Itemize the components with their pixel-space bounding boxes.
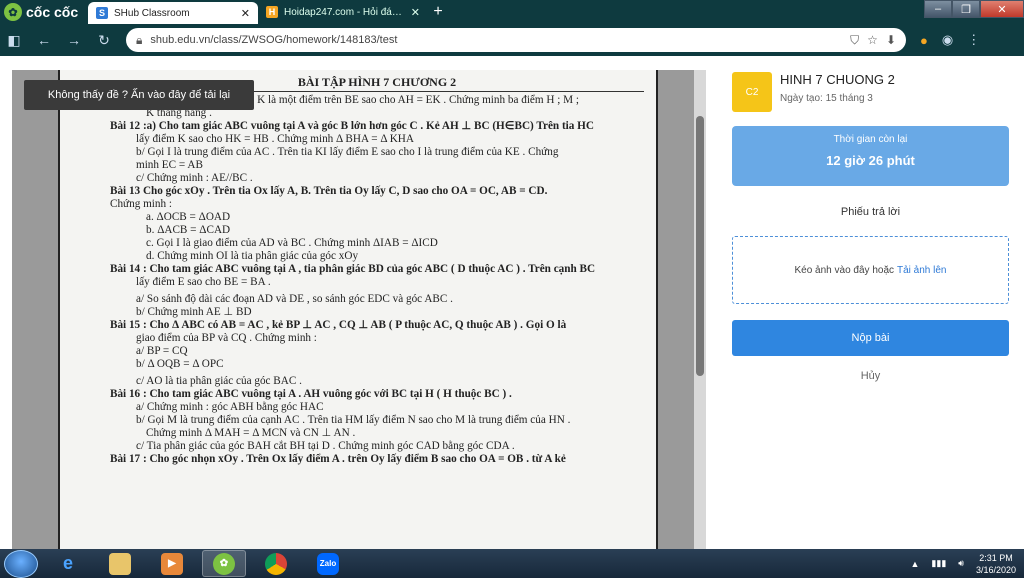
forward-arrow-icon[interactable]: →: [66, 32, 82, 48]
address-bar: ◧ ← → ↻ 🔒︎ shub.edu.vn/class/ZWSOG/homew…: [0, 24, 1024, 56]
timer-card: Thời gian còn lại 12 giờ 26 phút: [732, 126, 1009, 186]
tab-hoidap247[interactable]: H Hoidap247.com - Hỏi đáp bài tập ✕: [258, 0, 428, 24]
answer-sheet-label: Phiếu trả lời: [840, 206, 901, 218]
document-line: Bài 12 :a) Cho tam giác ABC vuông tại A …: [110, 120, 594, 132]
document-line: d. Chứng minh OI là tia phân giác của gó…: [146, 250, 359, 262]
dropzone-text: Kéo ảnh vào đây hoặc: [794, 264, 895, 276]
taskbar-coccoc[interactable]: ✿: [202, 550, 246, 577]
homework-panel: C2 HINH 7 CHUONG 2 Ngày tạo: 15 tháng 3 …: [732, 72, 1009, 382]
volume-icon[interactable]: 🔊︎: [958, 558, 964, 569]
document-line: b/ Gọi I là trung điểm của AC . Trên tia…: [136, 146, 559, 158]
document-line: lấy điểm K sao cho HK = HB . Chứng minh …: [136, 133, 414, 145]
tab-shub-classroom[interactable]: S SHub Classroom ✕: [88, 2, 258, 24]
homework-header: C2 HINH 7 CHUONG 2 Ngày tạo: 15 tháng 3: [732, 72, 1009, 112]
tab-title: SHub Classroom: [114, 7, 190, 19]
document-line: c/ Chứng minh : AE//BC .: [136, 172, 253, 184]
document-line: a/ BP = CQ: [136, 345, 188, 357]
document-line: giao điểm của BP và CQ . Chứng minh :: [136, 332, 317, 344]
timer-value: 12 giờ 26 phút: [826, 153, 915, 168]
brand-label: cốc cốc: [26, 4, 79, 20]
coccoc-logo-icon: ✿: [4, 3, 22, 21]
close-icon[interactable]: ✕: [241, 7, 250, 20]
document-line: Bài 15 : Cho Δ ABC có AB = AC , kẻ BP ⊥ …: [110, 319, 567, 331]
media-player-icon: ▶: [161, 552, 183, 575]
cancel-link[interactable]: Hủy: [732, 370, 1009, 382]
document-line: Bài 13 Cho góc xOy . Trên tia Ox lấy A, …: [110, 185, 548, 197]
start-button[interactable]: [4, 549, 38, 578]
profile-icon[interactable]: ◉: [942, 32, 953, 48]
zalo-icon: Zalo: [317, 552, 339, 575]
shield-icon[interactable]: ⛉: [850, 33, 859, 48]
clock-date: 3/16/2020: [975, 564, 1016, 575]
document-line: Chứng minh Δ MAH = Δ MCN và CN ⊥ AN .: [146, 427, 356, 439]
document-viewer[interactable]: BÀI TẬP HÌNH 7 CHƯƠNG 2 c/ Gọi H là điểm…: [12, 70, 706, 549]
document-line: a/ Chứng minh : góc ABH bằng góc HAC: [136, 401, 324, 413]
document-line: Bài 16 : Cho tam giác ABC vuông tại A . …: [110, 388, 512, 400]
document-line: b. ΔACB = ΔCAD: [146, 224, 231, 236]
document-line: lấy điểm E sao cho BE = BA .: [136, 276, 271, 288]
taskbar-zalo[interactable]: Zalo: [306, 550, 350, 577]
clock-time: 2:31 PM: [979, 552, 1013, 563]
internet-explorer-icon: e: [62, 553, 73, 573]
star-icon[interactable]: ☆: [867, 33, 878, 47]
upload-image-link[interactable]: Tải ảnh lên: [897, 265, 946, 276]
homework-badge: C2: [732, 72, 772, 112]
system-tray: ▲ ▮▮▮ 🔊︎ 2:31 PM 3/16/2020: [911, 549, 1017, 578]
folder-icon: [109, 552, 131, 575]
document-line: Bài 14 : Cho tam giác ABC vuông tại A , …: [110, 263, 596, 275]
hoidap-icon: H: [266, 6, 278, 18]
document-line: c. Gọi I là giao điểm của AD và BC . Chứ…: [146, 237, 438, 249]
minimize-icon[interactable]: –: [924, 0, 952, 18]
network-icon[interactable]: ▮▮▮: [931, 558, 946, 569]
document-line: c/ Tia phân giác của góc BAH cắt BH tại …: [136, 440, 515, 452]
reload-notice[interactable]: Không thấy đề ? Ấn vào đây để tải lại: [24, 80, 254, 110]
shub-icon: S: [96, 7, 108, 19]
taskbar-ie[interactable]: e: [46, 550, 90, 577]
sidebar-toggle-icon[interactable]: ◧: [6, 32, 22, 49]
maximize-icon[interactable]: ❐: [952, 0, 980, 18]
show-hidden-icons-icon[interactable]: ▲: [911, 559, 920, 569]
taskbar-explorer[interactable]: [98, 550, 142, 577]
window-controls: – ❐ ✕: [924, 0, 1024, 18]
clock[interactable]: 2:31 PM 3/16/2020: [976, 552, 1016, 576]
new-tab-button[interactable]: +: [428, 0, 448, 24]
document-lines: c/ Gọi H là điểm trên AC ; K là một điểm…: [110, 94, 644, 466]
submit-button[interactable]: Nộp bài: [732, 320, 1009, 356]
document-page: BÀI TẬP HÌNH 7 CHƯƠNG 2 c/ Gọi H là điểm…: [58, 70, 658, 549]
document-line: Chứng minh :: [110, 198, 173, 210]
tab-strip: ✿ cốc cốc S SHub Classroom ✕ H Hoidap247…: [0, 0, 1024, 24]
document-line: b/ Δ OQB = Δ OPC: [136, 358, 224, 370]
document-line: b/ Gọi M là trung điểm của cạnh AC . Trê…: [136, 414, 571, 426]
image-dropzone[interactable]: Kéo ảnh vào đây hoặc Tải ảnh lên: [732, 236, 1009, 304]
document-line: Bài 17 : Cho góc nhọn xOy . Trên Ox lấy …: [110, 453, 566, 465]
window-close-icon[interactable]: ✕: [980, 0, 1024, 18]
document-line: b/ Chứng minh AE ⊥ BD: [136, 306, 252, 318]
browser-brand[interactable]: ✿ cốc cốc: [0, 0, 88, 24]
document-line: c/ AO là tia phân giác của góc BAC .: [136, 375, 302, 387]
back-arrow-icon[interactable]: ←: [36, 32, 52, 48]
taskbar-media-player[interactable]: ▶: [150, 550, 194, 577]
windows-taskbar: e ▶ ✿ Zalo ▲ ▮▮▮ 🔊︎ 2:31 PM 3/16/2020: [0, 549, 1024, 578]
reload-icon[interactable]: ↻: [96, 32, 112, 49]
homework-date: Ngày tạo: 15 tháng 3: [780, 93, 873, 104]
download-icon[interactable]: ⬇: [886, 33, 896, 47]
document-line: a/ So sánh độ dài các đoạn AD và DE , so…: [136, 293, 453, 305]
document-line: a. ΔOCB = ΔOAD: [146, 211, 231, 223]
tab-title: Hoidap247.com - Hỏi đáp bài tập: [284, 6, 405, 18]
timer-label: Thời gian còn lại: [833, 134, 908, 145]
page-content: BÀI TẬP HÌNH 7 CHƯƠNG 2 c/ Gọi H là điểm…: [0, 56, 1024, 549]
menu-icon[interactable]: ⋮: [967, 32, 980, 48]
url-text[interactable]: shub.edu.vn/class/ZWSOG/homework/148183/…: [150, 34, 842, 46]
lock-icon[interactable]: 🔒︎: [136, 33, 142, 48]
chrome-icon: [265, 552, 287, 575]
coccoc-icon: ✿: [213, 552, 235, 575]
document-line: minh EC = AB: [136, 159, 203, 171]
scrollbar-thumb[interactable]: [696, 116, 704, 376]
close-icon[interactable]: ✕: [411, 6, 420, 19]
taskbar-chrome[interactable]: [254, 550, 298, 577]
url-omnibox[interactable]: 🔒︎ shub.edu.vn/class/ZWSOG/homework/1481…: [126, 28, 906, 52]
homework-title: HINH 7 CHUONG 2: [780, 72, 895, 87]
extension-icon[interactable]: ●: [920, 33, 928, 48]
